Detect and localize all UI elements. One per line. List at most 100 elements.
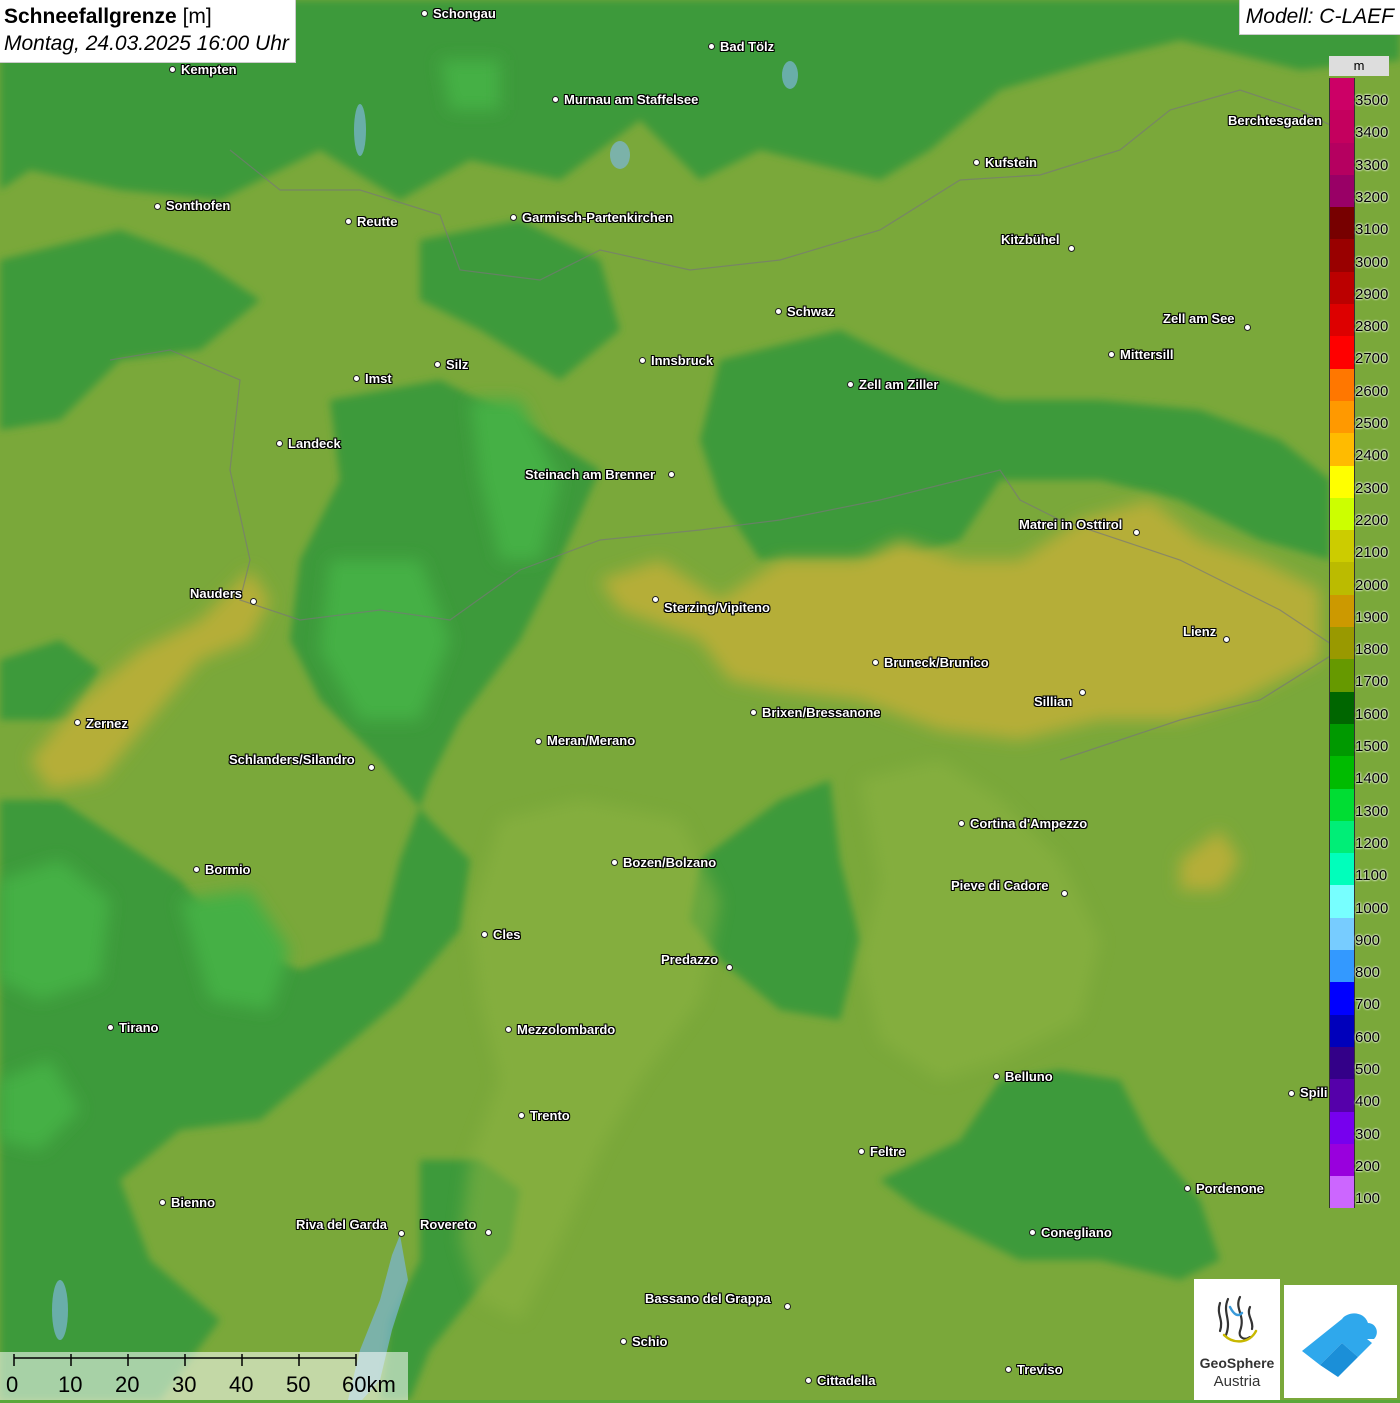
legend-label: 1200 (1355, 834, 1389, 852)
legend-label: 2900 (1355, 285, 1389, 303)
geosphere-country: Austria (1213, 1373, 1261, 1390)
legend-swatch (1329, 207, 1355, 240)
scale-label: 20 (115, 1372, 140, 1397)
city-marker-icon (651, 595, 659, 603)
city-label: Sillian (1034, 694, 1073, 709)
city-label: Spili (1300, 1085, 1328, 1100)
legend-swatch (1329, 1079, 1355, 1112)
legend-swatch (1329, 1111, 1355, 1144)
scale-label: 10 (58, 1372, 83, 1397)
city-marker-icon (344, 217, 352, 225)
legend-swatch (1329, 982, 1355, 1015)
scale-label: 40 (229, 1372, 254, 1397)
legend-swatch (1329, 271, 1355, 305)
legend-label: 2500 (1355, 415, 1389, 432)
city-label: Brixen/Bressanone (762, 705, 881, 720)
mountain-cloud-icon (1302, 1313, 1377, 1377)
city-label: Schongau (433, 6, 496, 21)
weather-app-logo[interactable] (1284, 1285, 1397, 1398)
legend-label: 3300 (1355, 156, 1389, 174)
legend-swatch (1329, 691, 1355, 724)
title-unit: [m] (182, 5, 212, 28)
city-marker-icon (804, 1376, 812, 1384)
city-label: Matrei in Osttirol (1019, 517, 1123, 532)
forecast-datetime: Montag, 24.03.2025 16:00 Uhr (4, 32, 289, 55)
legend-label: 2800 (1355, 318, 1389, 336)
page-title: Schneefallgrenze [m] (4, 3, 289, 30)
city-label: Belluno (1005, 1069, 1053, 1084)
legend-label: 200 (1355, 1157, 1381, 1175)
city-marker-icon (774, 307, 782, 315)
city-label: Meran/Merano (547, 733, 636, 748)
city-label: Conegliano (1041, 1225, 1112, 1240)
city-label: Bassano del Grappa (645, 1291, 771, 1306)
city-label: Mittersill (1120, 347, 1174, 362)
city-label: Murnau am Staffelsee (564, 92, 699, 107)
city-label: Bruneck/Brunico (884, 655, 989, 670)
city-marker-icon (420, 9, 428, 17)
city-label: Berchtesgaden (1228, 113, 1322, 128)
city-label: Predazzo (661, 952, 719, 967)
legend-label: 400 (1355, 1093, 1381, 1111)
city-marker-icon (783, 1302, 791, 1310)
city-marker-icon (1107, 350, 1115, 358)
title-main-label: Schneefallgrenze (4, 5, 177, 28)
legend-swatch (1329, 142, 1355, 175)
legend-label: 900 (1355, 931, 1381, 949)
legend-label: 1100 (1355, 867, 1388, 885)
city-marker-icon (749, 708, 757, 716)
city-label: Schlanders/Silandro (229, 752, 355, 767)
legend-swatch (1329, 820, 1355, 854)
geosphere-mark-icon (1217, 1295, 1258, 1343)
scale-label: 60km (342, 1372, 396, 1397)
legend-swatch (1329, 465, 1355, 498)
legend-label: 1900 (1355, 608, 1389, 626)
city-label: Innsbruck (651, 353, 714, 368)
legend-label: 3400 (1355, 124, 1389, 142)
legend-swatch (1329, 562, 1355, 595)
city-marker-icon (275, 439, 283, 447)
legend-label: 2700 (1355, 350, 1389, 368)
legend-label: 1500 (1355, 738, 1389, 755)
legend-label: 2000 (1355, 576, 1389, 594)
city-label: Trento (530, 1108, 570, 1123)
city-marker-icon (517, 1111, 525, 1119)
legend-swatch (1329, 497, 1355, 531)
legend-label: 1700 (1355, 673, 1389, 691)
city-label: Landeck (288, 436, 341, 451)
legend-label: 1600 (1355, 705, 1389, 723)
legend-label: 500 (1355, 1061, 1381, 1078)
legend-label: 3100 (1355, 221, 1389, 239)
city-label: Zell am Ziller (859, 377, 939, 392)
geosphere-logo[interactable]: GeoSphere Austria (1194, 1279, 1280, 1400)
legend-swatch (1329, 368, 1355, 401)
legend-swatch (1329, 239, 1355, 272)
city-label: Bienno (171, 1195, 216, 1210)
city-marker-icon (158, 1198, 166, 1206)
legend-swatch (1329, 1143, 1355, 1177)
scale-label: 50 (286, 1372, 311, 1397)
legend-label: 3500 (1355, 92, 1389, 109)
legend-swatch (1329, 400, 1355, 434)
city-label: Reutte (357, 214, 398, 229)
legend-label: 100 (1355, 1190, 1381, 1208)
legend-swatch (1329, 1046, 1355, 1080)
legend-swatch (1329, 950, 1355, 983)
city-marker-icon (397, 1229, 405, 1237)
city-label: Lienz (1183, 624, 1217, 639)
legend-swatch (1329, 174, 1355, 208)
legend-label: 2600 (1355, 382, 1389, 400)
legend-label: 2300 (1355, 479, 1389, 497)
city-marker-icon (106, 1023, 114, 1031)
city-label: Bormio (205, 862, 251, 877)
city-label: Imst (365, 371, 392, 386)
legend-swatch (1329, 885, 1355, 918)
legend-swatch (1329, 1014, 1355, 1047)
city-label: Rovereto (420, 1217, 477, 1232)
legend-swatch (1329, 853, 1355, 886)
city-label: Bad Tölz (720, 39, 775, 54)
city-label: Feltre (870, 1144, 906, 1159)
city-label: Kitzbühel (1001, 232, 1060, 247)
city-label: Garmisch-Partenkirchen (522, 210, 674, 225)
city-marker-icon (192, 865, 200, 873)
